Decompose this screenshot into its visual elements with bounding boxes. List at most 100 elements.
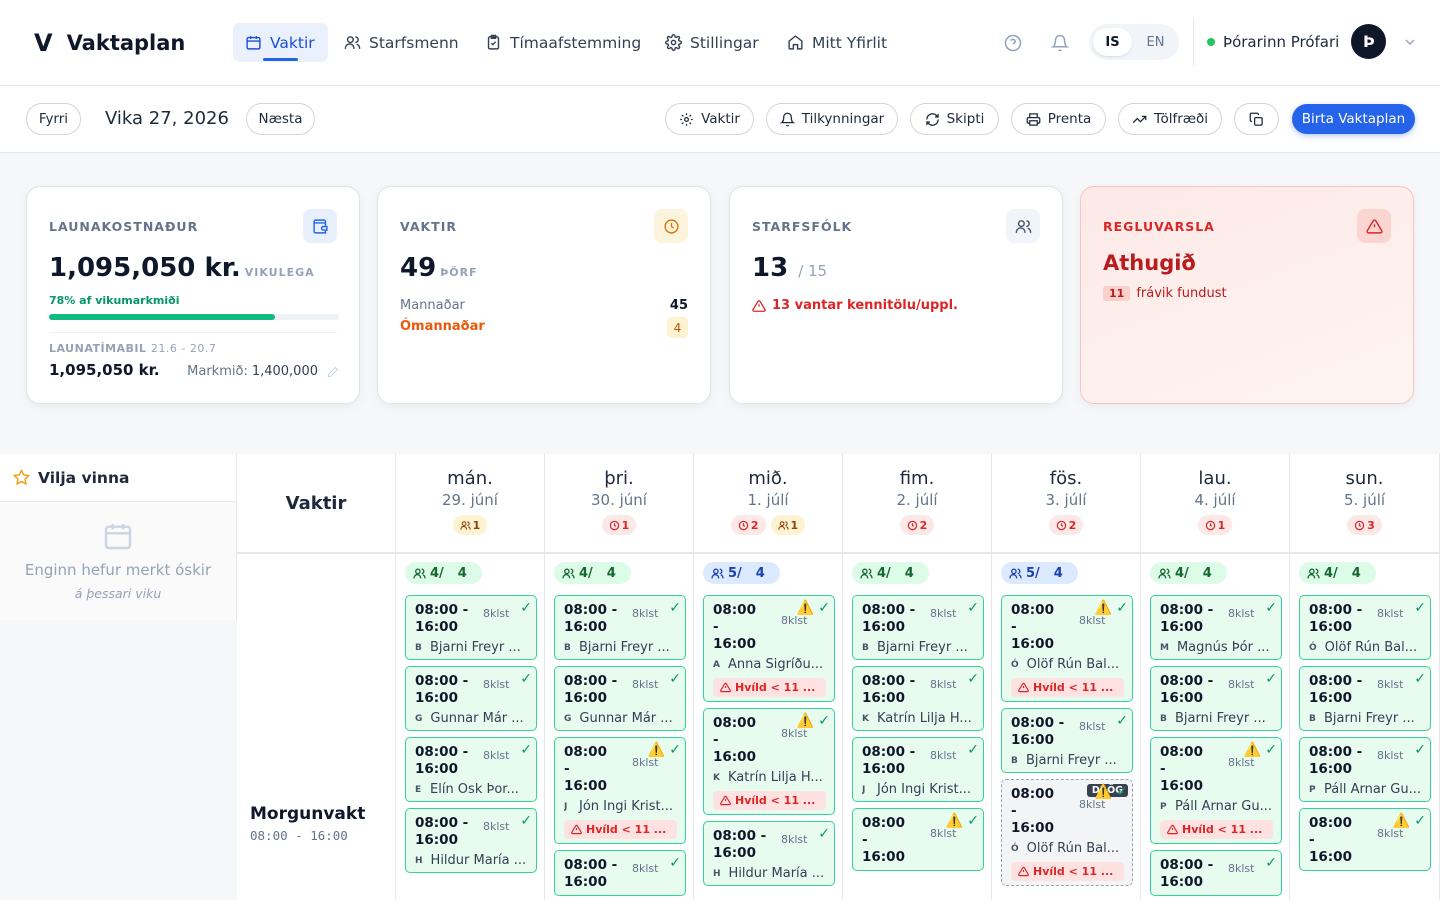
staffed-label: Mannaðar [400, 298, 465, 313]
print-button[interactable]: Prenta [1011, 103, 1106, 135]
statistics-button[interactable]: Tölfræði [1118, 103, 1222, 135]
nav-tab-timaafstemming[interactable]: Tímaafstemming [473, 23, 653, 62]
staffing-count[interactable]: 5/4 [703, 562, 780, 584]
shift-card[interactable]: 08:00 - 16:00 8klst ⚠️ ✓ A Anna Sigríðu..… [703, 595, 835, 702]
users-icon-badge [1006, 209, 1040, 243]
shift-card[interactable]: 08:00 - 16:00 8klst ✓ J Jón Ingi Krist... [852, 737, 984, 802]
shift-card-person: G Gunnar Már ... [415, 711, 524, 726]
shift-card-person: Ó Ólöf Rún Bal... [1011, 841, 1120, 856]
card-title: REGLUVARSLA [1103, 219, 1215, 234]
compliance-card[interactable]: REGLUVARSLA Athugið 11 frávik fundust [1080, 186, 1414, 404]
help-button[interactable] [1001, 31, 1025, 55]
shifts-settings-button[interactable]: Vaktir [665, 103, 754, 135]
printer-icon [1026, 112, 1041, 126]
staff-warning[interactable]: 13 vantar kennitölu/uppl. [752, 298, 958, 313]
help-circle-icon [1004, 34, 1022, 52]
shift-card[interactable]: 08:00 - 16:00 8klst ✓ K Katrín Lilja H... [852, 666, 984, 731]
shift-card-time: 08:00 - 16:00 [1011, 786, 1054, 836]
copy-icon [1249, 112, 1263, 126]
day-badge[interactable]: 1 [1197, 515, 1233, 535]
shift-card[interactable]: 08:00 - 16:00 8klst ✓ G Gunnar Már ... [554, 666, 686, 731]
shift-card[interactable]: 08:00 - 16:00 8klst ✓ P Páll Arnar Gu... [1299, 737, 1431, 802]
nav-tab-vaktir[interactable]: Vaktir [233, 23, 328, 62]
day-badge[interactable]: 2 [730, 515, 766, 535]
day-badge[interactable]: 2 [1048, 515, 1084, 535]
target-value[interactable]: Markmið: 1,400,000 [187, 364, 339, 379]
notifications-toolbar-button[interactable]: Tilkynningar [766, 103, 898, 135]
next-week-button[interactable]: Næsta [246, 103, 315, 135]
wishes-panel-header: Vilja vinna [0, 454, 236, 502]
online-status-dot [1207, 37, 1215, 46]
warning-triangle-icon [571, 824, 582, 835]
shift-card-hours: 8klst [1228, 607, 1255, 620]
rest-violation-alert[interactable]: Hvíld < 11 ... [713, 678, 826, 697]
shift-card[interactable]: 08:00 - 16:00 8klst ✓ H Hildur María ... [405, 808, 537, 873]
rest-violation-alert[interactable]: Hvíld < 11 ... [564, 820, 677, 839]
shift-card[interactable]: 08:00 - 16:00 8klst ✓ B Bjarni Freyr ... [1001, 708, 1133, 773]
day-badge[interactable]: 3 [1347, 515, 1382, 535]
rest-violation-alert[interactable]: Hvíld < 11 ... [1011, 862, 1124, 881]
prev-week-button[interactable]: Fyrri [26, 103, 81, 135]
shift-card-time: 08:00 - 16:00 [1309, 815, 1352, 865]
copy-week-button[interactable] [1234, 103, 1279, 135]
staffing-count[interactable]: 4/4 [1299, 562, 1376, 584]
nav-tab-mitt-yfirlit[interactable]: Mitt Yfirlit [775, 23, 899, 62]
bell-icon [779, 112, 795, 126]
nav-tab-starfsmenn[interactable]: Starfsmenn [332, 23, 471, 62]
swaps-button[interactable]: Skipti [910, 103, 999, 135]
lang-en-button[interactable]: EN [1136, 28, 1175, 56]
calendar-icon [246, 36, 261, 50]
day-badge[interactable]: 1 [601, 515, 637, 535]
shift-card[interactable]: 08:00 - 16:00 8klst ✓ B Bjarni Freyr ... [1299, 666, 1431, 731]
shift-card[interactable]: 08:00 - 16:00 8klst ⚠️ ✓ [852, 808, 984, 871]
shift-card-hours: 8klst [483, 678, 510, 691]
app-logo[interactable]: V Vaktaplan [34, 29, 185, 57]
staffing-count[interactable]: 4/4 [554, 562, 631, 584]
warning-icon: ⚠️ [1243, 742, 1261, 758]
rest-violation-alert[interactable]: Hvíld < 11 ... [1160, 820, 1273, 839]
shift-card[interactable]: 08:00 - 16:00 8klst ⚠️ ✓ J Jón Ingi Krist… [554, 737, 686, 844]
staffing-count[interactable]: 4/4 [852, 562, 929, 584]
shift-card-person: G Gunnar Már ... [564, 711, 673, 726]
rest-violation-alert[interactable]: Hvíld < 11 ... [713, 791, 826, 810]
shift-card[interactable]: 08:00 - 16:00 8klst ✓ M Magnús Þór ... [1150, 595, 1282, 660]
staffing-count[interactable]: 5/4 [1001, 562, 1078, 584]
user-menu[interactable]: Þórarinn Prófari Þ [1207, 24, 1418, 59]
shift-card[interactable]: 08:00 - 16:00 8klst ⚠️ ✓ K Katrín Lilja H… [703, 708, 835, 815]
check-icon: ✓ [520, 671, 532, 687]
shift-card[interactable]: 08:00 - 16:00 8klst ✓ G Gunnar Már ... [405, 666, 537, 731]
notifications-button[interactable] [1048, 31, 1072, 55]
shift-card-person: P Páll Arnar Gu... [1309, 782, 1421, 797]
warning-icon: ⚠️ [1392, 813, 1410, 829]
clock-icon [738, 520, 749, 530]
shift-card[interactable]: 08:00 - 16:00 8klst ✓ B Bjarni Freyr ... [405, 595, 537, 660]
shift-card[interactable]: 08:00 - 16:00 8klst ✓ [1150, 850, 1282, 896]
shift-card[interactable]: 08:00 - 16:00 8klst ✓ [554, 850, 686, 896]
shift-card[interactable]: 08:00 - 16:00 8klst ⚠️ ✓ Ó Ólöf Rún Bal..… [1001, 595, 1133, 702]
staffing-count[interactable]: 4/4 [405, 562, 482, 584]
person-initial: K [713, 772, 720, 783]
rest-violation-alert[interactable]: Hvíld < 11 ... [1011, 678, 1124, 697]
day-badge[interactable]: 1 [452, 515, 488, 535]
shift-card[interactable]: 08:00 - 16:00 8klst ⚠️ ✓ [1299, 808, 1431, 871]
publish-schedule-button[interactable]: Birta Vaktaplan [1292, 104, 1415, 134]
shift-card[interactable]: 08:00 - 16:00 8klst ✓ Ó Ólöf Rún Bal... [1299, 595, 1431, 660]
users-icon [460, 520, 471, 530]
person-initial: H [415, 855, 423, 866]
staffing-count[interactable]: 4/4 [1150, 562, 1227, 584]
nav-tab-stillingar[interactable]: Stillingar [653, 23, 771, 62]
shift-card[interactable]: 08:00 - 16:00 8klst ✓ H Hildur María ... [703, 821, 835, 886]
shift-card[interactable]: 08:00 - 16:00 8klst ✓ E Elín Ósk Þor... [405, 737, 537, 802]
shift-card[interactable]: 08:00 - 16:00 8klst ✓ B Bjarni Freyr ... [1150, 666, 1282, 731]
shift-card[interactable]: DRÖG 08:00 - 16:00 8klst ⚠️ ✓ Ó Ólöf Rún … [1001, 779, 1133, 886]
day-badge[interactable]: 2 [899, 515, 935, 535]
period-amount: 1,095,050 kr. [49, 361, 160, 379]
shift-card[interactable]: 08:00 - 16:00 8klst ✓ B Bjarni Freyr ... [852, 595, 984, 660]
check-icon: ✓ [669, 671, 681, 687]
lang-is-button[interactable]: IS [1093, 28, 1132, 56]
day-badge[interactable]: 1 [770, 515, 806, 535]
shift-card[interactable]: 08:00 - 16:00 8klst ✓ B Bjarni Freyr ... [554, 595, 686, 660]
shift-card-person: B Bjarni Freyr ... [862, 640, 968, 655]
users-icon [413, 568, 426, 578]
shift-card[interactable]: 08:00 - 16:00 8klst ⚠️ ✓ P Páll Arnar Gu.… [1150, 737, 1282, 844]
